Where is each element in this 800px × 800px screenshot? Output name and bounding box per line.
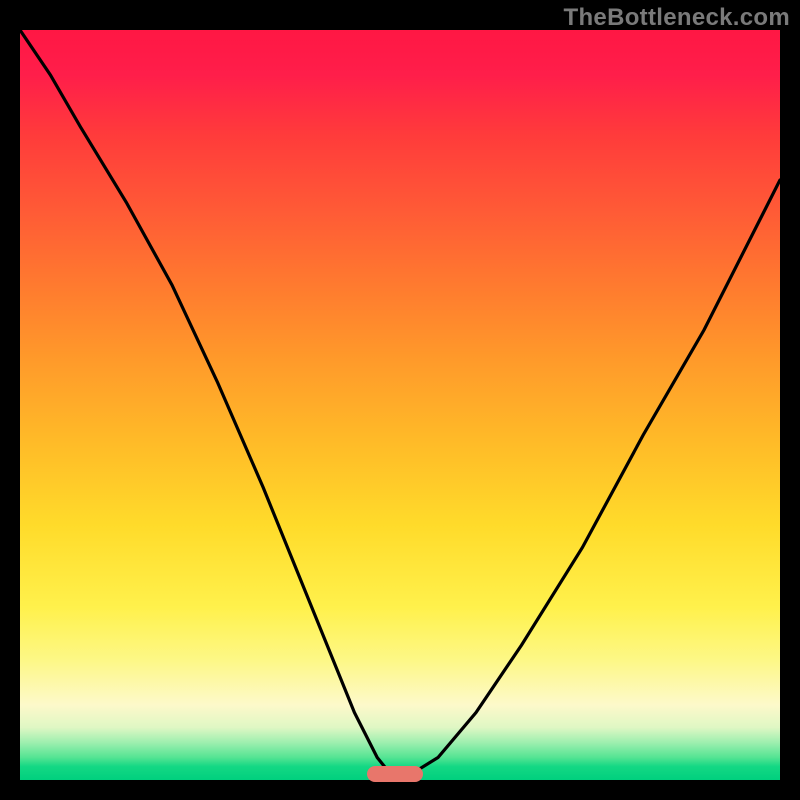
plot-frame (20, 30, 780, 780)
chart-wrapper: TheBottleneck.com (0, 0, 800, 800)
bottleneck-curve (20, 30, 780, 780)
minimum-marker (367, 766, 423, 782)
watermark-text: TheBottleneck.com (564, 4, 790, 32)
